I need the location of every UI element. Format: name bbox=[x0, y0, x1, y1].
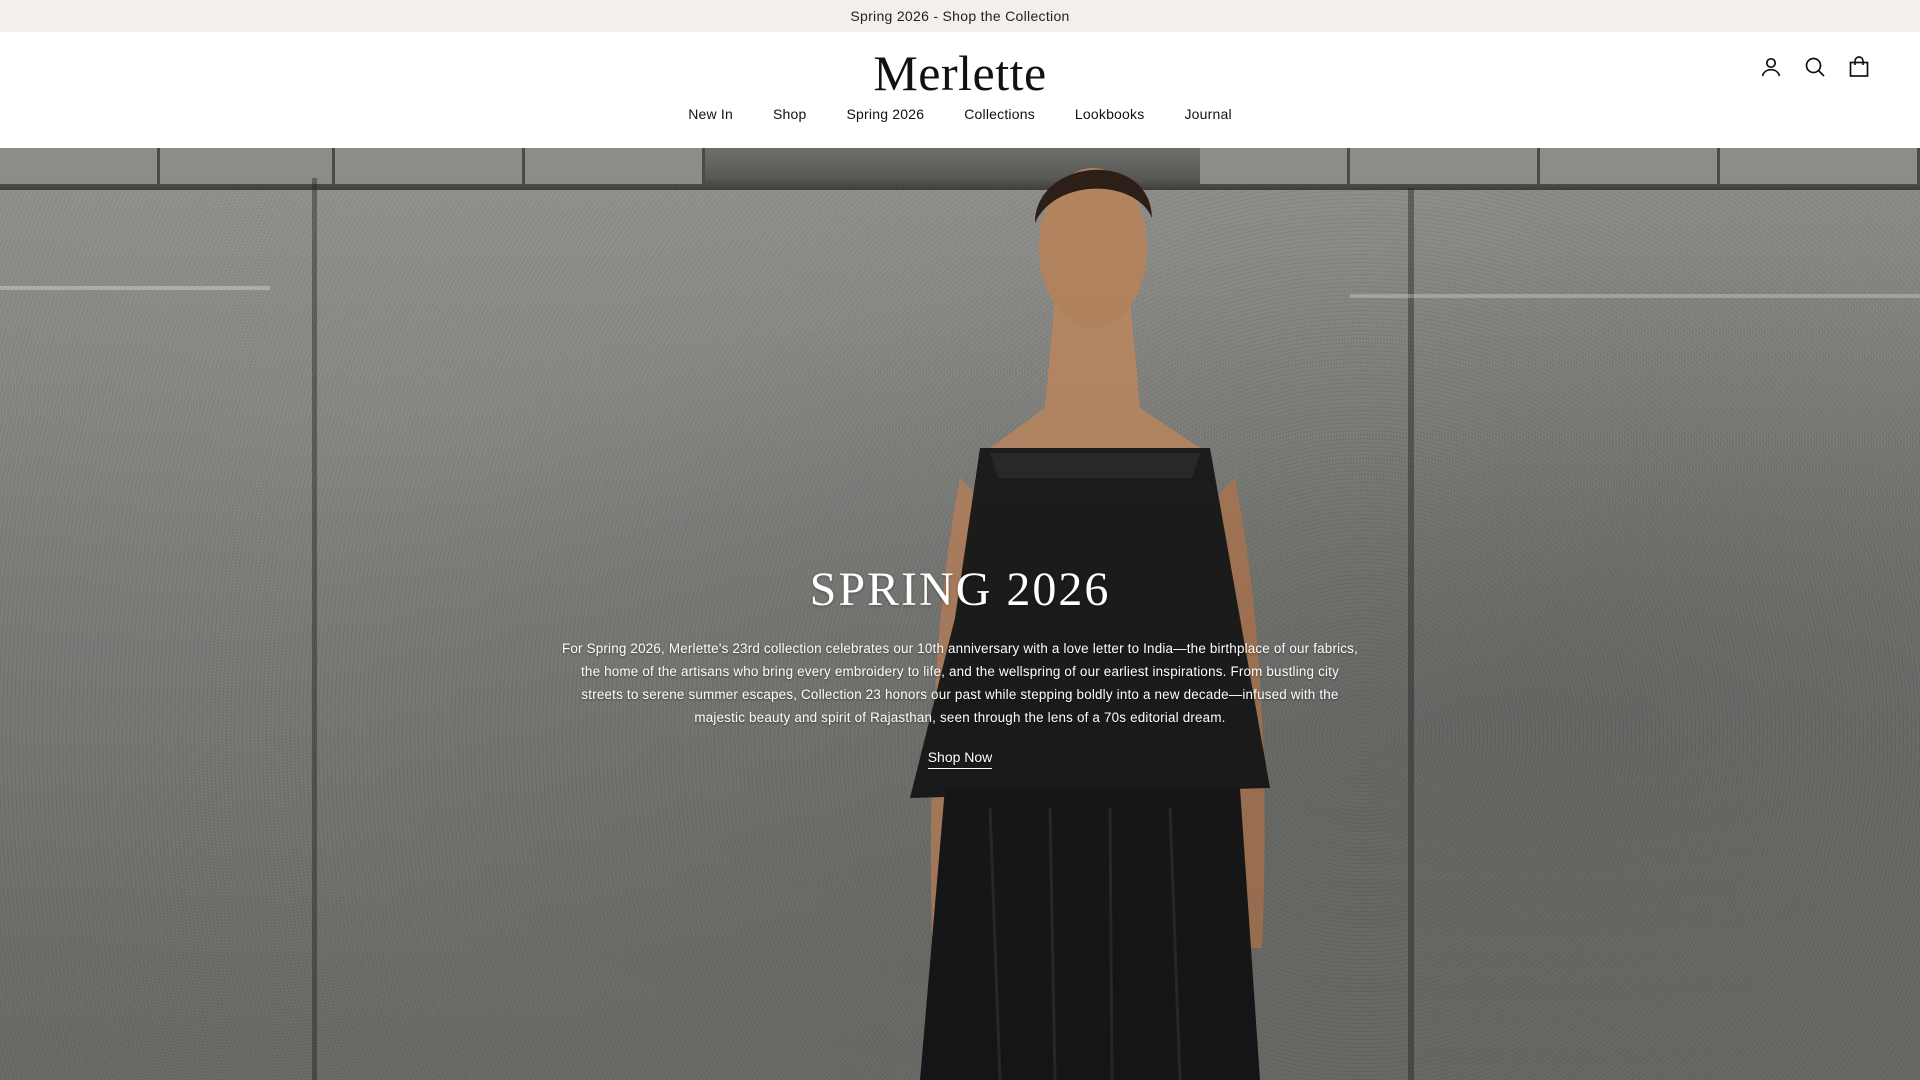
nav-item-lookbooks[interactable]: Lookbooks bbox=[1055, 106, 1165, 122]
hero-title: SPRING 2026 bbox=[809, 563, 1111, 616]
hero-description: For Spring 2026, Merlette's 23rd collect… bbox=[562, 641, 1358, 725]
site-header: Merlette New In Shop Spring 2026 Collect… bbox=[0, 32, 1920, 148]
nav-item-spring-2026[interactable]: Spring 2026 bbox=[827, 106, 945, 122]
hero-banner[interactable]: SPRING 2026 For Spring 2026, Merlette's … bbox=[0, 148, 1920, 1080]
cart-button[interactable] bbox=[1846, 54, 1872, 80]
search-icon bbox=[1805, 57, 1825, 77]
bag-icon bbox=[1849, 56, 1869, 77]
brand-logo-wrapper: Merlette bbox=[0, 44, 1920, 102]
nav-item-new-in[interactable]: New In bbox=[668, 106, 753, 122]
shop-now-link[interactable]: Shop Now bbox=[927, 749, 993, 769]
announcement-text[interactable]: Spring 2026 - Shop the Collection bbox=[850, 8, 1069, 24]
brand-logo[interactable]: Merlette bbox=[873, 45, 1046, 101]
main-nav: New In Shop Spring 2026 Collections Look… bbox=[0, 106, 1920, 122]
account-icon bbox=[1761, 57, 1781, 77]
search-button[interactable] bbox=[1802, 54, 1828, 80]
account-button[interactable] bbox=[1758, 54, 1784, 80]
header-icons bbox=[1758, 54, 1872, 80]
nav-item-collections[interactable]: Collections bbox=[944, 106, 1055, 122]
announcement-bar[interactable]: Spring 2026 - Shop the Collection bbox=[0, 0, 1920, 32]
nav-item-shop[interactable]: Shop bbox=[753, 106, 827, 122]
hero-content: SPRING 2026 For Spring 2026, Merlette's … bbox=[560, 562, 1360, 769]
nav-item-journal[interactable]: Journal bbox=[1164, 106, 1251, 122]
